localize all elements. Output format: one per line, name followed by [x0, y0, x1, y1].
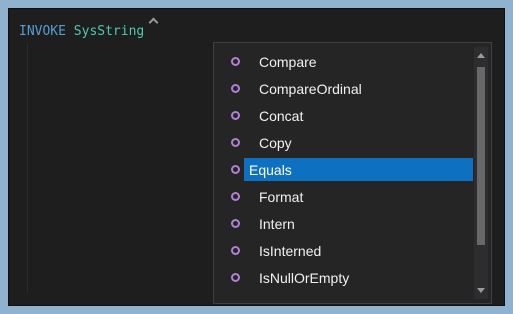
- method-icon: [230, 137, 241, 148]
- method-icon: [230, 110, 241, 121]
- completion-item-label: IsInterned: [259, 242, 322, 259]
- method-icon: [230, 56, 241, 67]
- completion-popup: Compare CompareOrdinal Concat Copy Equal…: [213, 42, 492, 304]
- completion-item-label: Concat: [259, 107, 304, 124]
- method-icon: [230, 272, 241, 283]
- completion-item-selected[interactable]: Equals: [214, 156, 473, 183]
- method-icon: [230, 218, 241, 229]
- completion-item-label: Intern: [259, 215, 295, 232]
- completion-item-label: Compare: [259, 53, 317, 70]
- scrollbar-thumb[interactable]: [477, 67, 485, 245]
- completion-item-label: CompareOrdinal: [259, 80, 362, 97]
- completion-item[interactable]: Compare: [214, 48, 473, 75]
- code-editor[interactable]: INVOKE SysString Compare CompareOrdinal …: [9, 9, 504, 305]
- completion-list: Compare CompareOrdinal Concat Copy Equal…: [214, 48, 473, 291]
- method-icon: [230, 164, 241, 175]
- code-line[interactable]: INVOKE SysString: [19, 17, 159, 41]
- completion-item-label: Format: [259, 188, 304, 205]
- indent-guide: [27, 43, 28, 293]
- completion-item-label: Copy: [259, 134, 292, 151]
- identifier-token: SysString: [73, 24, 145, 39]
- completion-item[interactable]: CompareOrdinal: [214, 75, 473, 102]
- completion-item[interactable]: Intern: [214, 210, 473, 237]
- completion-item[interactable]: Concat: [214, 102, 473, 129]
- scroll-down-icon[interactable]: [477, 288, 485, 293]
- completion-item-label: IsNullOrEmpty: [259, 269, 350, 286]
- completion-item[interactable]: Copy: [214, 129, 473, 156]
- method-icon: [230, 191, 241, 202]
- method-icon: [230, 245, 241, 256]
- completion-item-label: Equals: [244, 158, 473, 181]
- scroll-up-icon[interactable]: [477, 53, 485, 58]
- keyword-token: INVOKE: [19, 24, 66, 39]
- caret-icon: [148, 17, 159, 28]
- completion-item[interactable]: IsInterned: [214, 237, 473, 264]
- completion-item[interactable]: Format: [214, 183, 473, 210]
- method-icon: [230, 83, 241, 94]
- completion-item[interactable]: IsNullOrEmpty: [214, 264, 473, 291]
- ide-window: INVOKE SysString Compare CompareOrdinal …: [8, 8, 505, 306]
- vertical-scrollbar[interactable]: [474, 47, 488, 299]
